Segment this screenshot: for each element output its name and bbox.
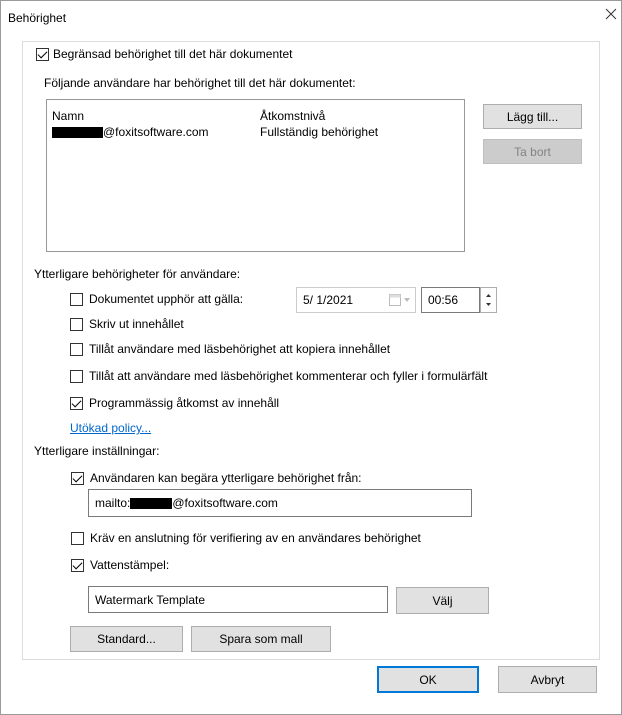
time-spinner[interactable] (480, 287, 497, 313)
standard-button[interactable]: Standard... (70, 626, 183, 652)
redacted-email (130, 497, 173, 509)
watermark-option[interactable]: Vattenstämpel: (71, 558, 169, 572)
watermark-label: Vattenstämpel: (90, 558, 170, 572)
programmatic-option[interactable]: Programmässig åtkomst av innehåll (70, 396, 279, 410)
print-label: Skriv ut innehållet (89, 317, 184, 331)
expire-time-field[interactable]: 00:56 (421, 287, 480, 313)
extended-policy-link[interactable]: Utökad policy... (70, 421, 151, 435)
choose-watermark-button[interactable]: Välj (396, 587, 489, 614)
comment-label: Tillåt att användare med läsbehörighet k… (89, 369, 488, 383)
verify-label: Kräv en anslutning för verifiering av en… (90, 531, 421, 545)
redacted-email (52, 126, 103, 138)
copy-checkbox[interactable] (70, 342, 83, 356)
column-header-name: Namn (52, 109, 85, 123)
users-heading: Följande användare har behörighet till d… (44, 76, 356, 90)
watermark-checkbox[interactable] (71, 558, 84, 572)
programmatic-checkbox[interactable] (70, 396, 83, 410)
verify-checkbox[interactable] (71, 531, 84, 545)
restrict-permission-option[interactable]: Begränsad behörighet till det här dokume… (36, 47, 299, 61)
restrict-checkbox[interactable] (36, 47, 49, 61)
cancel-button[interactable]: Avbryt (498, 666, 597, 693)
print-option[interactable]: Skriv ut innehållet (70, 317, 184, 331)
column-header-access: Åtkomstnivå (260, 109, 326, 123)
request-prefix: mailto: (95, 496, 131, 510)
programmatic-label: Programmässig åtkomst av innehåll (89, 396, 280, 410)
watermark-value: Watermark Template (95, 592, 206, 607)
expire-option[interactable]: Dokumentet upphör att gälla: (70, 292, 243, 306)
remove-user-button[interactable]: Ta bort (483, 139, 582, 164)
expire-date-picker[interactable]: 5/ 1/2021 (296, 287, 416, 313)
ok-button[interactable]: OK (377, 666, 479, 693)
save-as-template-button[interactable]: Spara som mall (191, 626, 331, 652)
add-user-button[interactable]: Lägg till... (483, 104, 582, 129)
comment-option[interactable]: Tillåt att användare med läsbehörighet k… (70, 369, 487, 383)
copy-label: Tillåt användare med läsbehörighet att k… (89, 342, 391, 356)
copy-option[interactable]: Tillåt användare med läsbehörighet att k… (70, 342, 390, 356)
user-access-level: Fullständig behörighet (260, 125, 379, 139)
restrict-label: Begränsad behörighet till det här dokume… (53, 47, 293, 61)
request-checkbox[interactable] (71, 471, 84, 485)
close-icon[interactable] (603, 6, 619, 22)
settings-heading: Ytterligare inställningar: (34, 444, 160, 458)
dialog-title: Behörighet (8, 11, 67, 25)
extra-permissions-heading: Ytterligare behörigheter för användare: (34, 267, 241, 281)
watermark-field[interactable]: Watermark Template (88, 586, 388, 613)
request-suffix: @foxitsoftware.com (172, 496, 278, 510)
users-list[interactable]: Namn Åtkomstnivå @foxitsoftware.com Full… (46, 99, 465, 252)
calendar-icon[interactable] (389, 294, 410, 306)
expire-label: Dokumentet upphör att gälla: (89, 292, 244, 306)
user-email-suffix: @foxitsoftware.com (103, 125, 209, 139)
request-option[interactable]: Användaren kan begära ytterligare behöri… (71, 471, 362, 485)
expire-checkbox[interactable] (70, 292, 83, 306)
request-email-field[interactable]: mailto: @foxitsoftware.com (88, 489, 472, 517)
request-label: Användaren kan begära ytterligare behöri… (90, 471, 362, 485)
expire-date-value: 5/ 1/2021 (303, 293, 354, 307)
table-row[interactable]: @foxitsoftware.com (52, 125, 209, 139)
comment-checkbox[interactable] (70, 369, 83, 383)
expire-time-value: 00:56 (428, 293, 459, 307)
verify-option[interactable]: Kräv en anslutning för verifiering av en… (71, 531, 421, 545)
print-checkbox[interactable] (70, 317, 83, 331)
